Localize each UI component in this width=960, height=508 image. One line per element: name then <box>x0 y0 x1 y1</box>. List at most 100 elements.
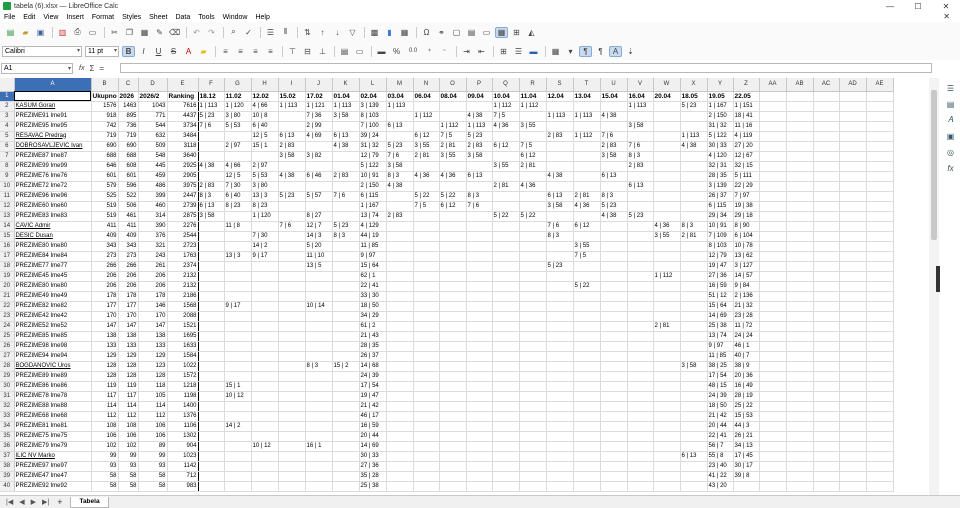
total-cell[interactable]: 519 <box>91 201 119 212</box>
data-cell[interactable] <box>386 131 414 142</box>
border-color-icon[interactable]: ▬ <box>527 46 540 57</box>
menu-data[interactable]: Data <box>175 14 190 21</box>
align-center-icon[interactable]: ≡ <box>234 46 247 57</box>
data-cell[interactable] <box>839 401 867 412</box>
data-cell[interactable] <box>198 451 225 462</box>
player-name-cell[interactable]: PREZIME86 Ime86 <box>14 381 92 392</box>
data-cell[interactable]: 5 | 23 <box>386 141 414 152</box>
data-cell[interactable] <box>813 241 840 252</box>
data-cell[interactable]: 13 | 62 <box>733 251 760 262</box>
total-cell[interactable]: 133 <box>138 341 168 352</box>
data-cell[interactable] <box>278 121 306 132</box>
underline-icon[interactable]: U <box>152 46 165 57</box>
menu-format[interactable]: Format <box>92 14 114 21</box>
row-header[interactable]: 21 <box>0 291 15 302</box>
data-cell[interactable] <box>839 221 867 232</box>
data-cell[interactable] <box>600 331 628 342</box>
data-cell[interactable] <box>413 231 440 242</box>
total-cell[interactable]: 409 <box>91 231 119 242</box>
data-cell[interactable] <box>198 171 225 182</box>
data-cell[interactable] <box>627 271 654 282</box>
column-header[interactable]: C <box>118 78 139 92</box>
data-cell[interactable] <box>198 411 225 422</box>
align-middle-icon[interactable]: ⊟ <box>301 46 314 57</box>
data-cell[interactable]: 39 | 8 <box>733 471 760 482</box>
data-cell[interactable] <box>224 401 252 412</box>
data-cell[interactable]: 2 | 81 <box>519 161 547 172</box>
total-cell[interactable]: 3640 <box>167 151 199 162</box>
data-cell[interactable] <box>439 481 467 492</box>
header-cell[interactable]: 01.04 <box>332 91 360 102</box>
data-cell[interactable]: 2 | 83 <box>466 141 493 152</box>
data-cell[interactable] <box>386 251 414 262</box>
data-cell[interactable] <box>386 401 414 412</box>
data-cell[interactable]: 2 | 150 <box>707 111 734 122</box>
data-cell[interactable] <box>759 451 787 462</box>
data-cell[interactable]: 4 | 36 <box>653 221 681 232</box>
data-cell[interactable]: 12 | 67 <box>733 151 760 162</box>
data-cell[interactable]: 23 | 40 <box>707 461 734 472</box>
data-cell[interactable]: 25 | 22 <box>733 401 760 412</box>
row-header[interactable]: 32 <box>0 401 15 412</box>
data-cell[interactable] <box>278 271 306 282</box>
row-header[interactable]: 4 <box>0 121 15 132</box>
data-cell[interactable] <box>413 411 440 422</box>
player-name-cell[interactable]: PREZIME49 Ime49 <box>14 291 92 302</box>
data-cell[interactable] <box>332 281 360 292</box>
data-cell[interactable]: 17 | 54 <box>707 371 734 382</box>
total-cell[interactable]: 128 <box>138 371 168 382</box>
data-cell[interactable] <box>839 291 867 302</box>
data-cell[interactable] <box>653 101 681 112</box>
data-cell[interactable]: 19 | 47 <box>707 261 734 272</box>
data-cell[interactable] <box>332 201 360 212</box>
total-cell[interactable]: 261 <box>138 261 168 272</box>
total-cell[interactable]: 1106 <box>167 421 199 432</box>
data-cell[interactable] <box>546 341 574 352</box>
save-icon[interactable]: ▣ <box>34 27 47 38</box>
total-cell[interactable]: 58 <box>118 481 139 492</box>
data-cell[interactable] <box>546 281 574 292</box>
data-cell[interactable] <box>653 171 681 182</box>
insert-image-icon[interactable]: ▩ <box>368 27 381 38</box>
data-cell[interactable] <box>786 321 814 332</box>
data-cell[interactable] <box>680 211 708 222</box>
total-cell[interactable]: 1023 <box>167 451 199 462</box>
player-name-cell[interactable]: CAVIC Admir <box>14 221 92 232</box>
data-cell[interactable] <box>813 361 840 372</box>
autofilter-icon[interactable]: ▽ <box>346 27 359 38</box>
total-cell[interactable]: 146 <box>138 301 168 312</box>
data-cell[interactable]: 1 | 112 <box>492 101 520 112</box>
column-header[interactable]: A <box>14 78 92 92</box>
total-cell[interactable]: 147 <box>118 321 139 332</box>
data-cell[interactable] <box>224 351 252 362</box>
data-cell[interactable] <box>492 371 520 382</box>
data-cell[interactable]: 6 | 13 <box>680 451 708 462</box>
data-cell[interactable] <box>278 311 306 322</box>
data-cell[interactable]: 15 | 53 <box>733 411 760 422</box>
data-cell[interactable]: 8 | 23 <box>224 201 252 212</box>
total-cell[interactable]: 93 <box>118 461 139 472</box>
gallery-icon[interactable]: ▣ <box>945 130 957 142</box>
data-cell[interactable] <box>492 171 520 182</box>
data-cell[interactable] <box>492 231 520 242</box>
data-cell[interactable]: 28 | 35 <box>707 171 734 182</box>
data-cell[interactable]: 10 | 78 <box>733 241 760 252</box>
data-cell[interactable] <box>786 251 814 262</box>
data-cell[interactable]: 1 | 113 <box>680 131 708 142</box>
data-cell[interactable] <box>627 171 654 182</box>
column-header[interactable]: V <box>627 78 654 92</box>
data-cell[interactable] <box>413 101 440 112</box>
data-cell[interactable]: 14 | 2 <box>251 241 279 252</box>
data-cell[interactable] <box>413 321 440 332</box>
italic-icon[interactable]: I <box>137 46 150 57</box>
data-cell[interactable] <box>839 361 867 372</box>
data-cell[interactable] <box>627 391 654 402</box>
strikethrough-icon[interactable]: S <box>167 46 180 57</box>
row-header[interactable]: 34 <box>0 421 15 432</box>
data-cell[interactable] <box>653 411 681 422</box>
data-cell[interactable] <box>653 371 681 382</box>
data-cell[interactable]: 22 | 29 <box>733 181 760 192</box>
data-cell[interactable] <box>278 391 306 402</box>
data-cell[interactable] <box>813 401 840 412</box>
data-cell[interactable] <box>492 451 520 462</box>
